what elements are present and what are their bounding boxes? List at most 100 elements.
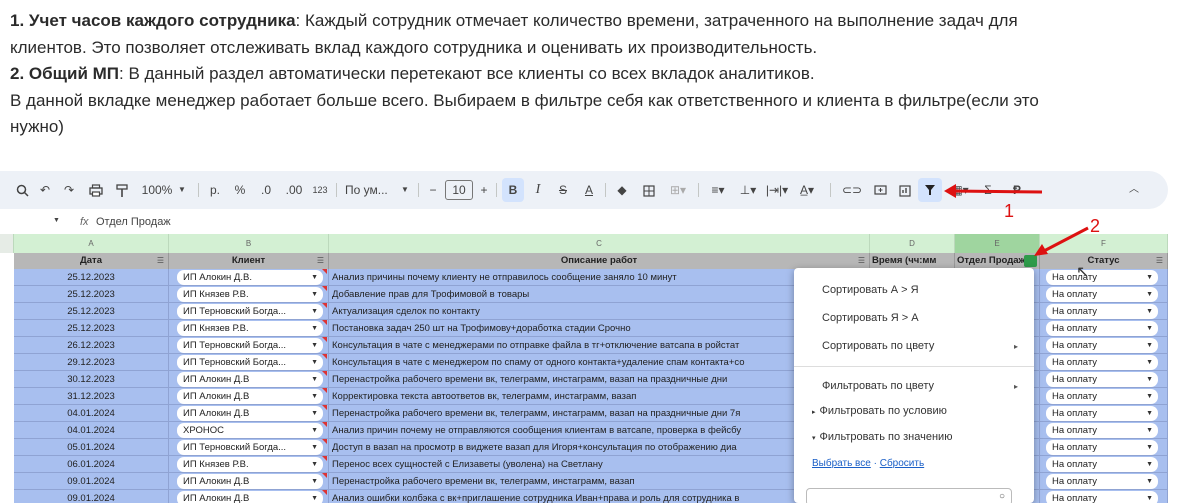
search-icon[interactable]	[12, 171, 32, 209]
cell-date[interactable]: 09.01.2024	[14, 473, 169, 490]
formula-input[interactable]: Отдел Продаж	[96, 216, 171, 228]
column-header-c[interactable]: C	[329, 234, 870, 253]
status-dropdown[interactable]: На оплату ▼	[1046, 457, 1158, 472]
paint-format-icon[interactable]	[112, 171, 132, 209]
client-dropdown[interactable]: ИП Алокин Д.В ▼	[177, 372, 323, 387]
status-dropdown[interactable]: На оплату ▼	[1046, 338, 1158, 353]
reset-link[interactable]: Сбросить	[880, 458, 924, 469]
decrease-decimal-button[interactable]: .0	[256, 171, 276, 209]
cell-client[interactable]: ИП Князев Р.В. ▼	[169, 320, 329, 337]
status-dropdown[interactable]: На оплату ▼	[1046, 440, 1158, 455]
menu-filter-value[interactable]: ▾ Фильтровать по значению	[812, 431, 952, 443]
cell-client[interactable]: ИП Терновский Богда... ▼	[169, 354, 329, 371]
column-header-a[interactable]: A	[14, 234, 169, 253]
number-format-button[interactable]: 123	[310, 171, 330, 209]
cell-status[interactable]: На оплату ▼	[1040, 337, 1168, 354]
select-all-link[interactable]: Выбрать все	[812, 458, 871, 469]
font-size-plus-button[interactable]: +	[477, 171, 491, 209]
rotate-text-icon[interactable]: A̲▾	[794, 171, 820, 209]
font-select[interactable]: По ум...	[345, 171, 395, 209]
header-time[interactable]: Время (чч:мм	[870, 253, 955, 269]
menu-filter-condition[interactable]: ▸ Фильтровать по условию	[812, 405, 947, 417]
comment-icon[interactable]	[870, 171, 890, 209]
menu-sort-color[interactable]: Сортировать по цвету ▸	[822, 340, 1018, 352]
cell-description[interactable]: Корректировка текста автоответов вк, тел…	[329, 388, 800, 405]
status-dropdown[interactable]: На оплату ▼	[1046, 355, 1158, 370]
client-dropdown[interactable]: ИП Алокин Д.В ▼	[177, 389, 323, 404]
wrap-icon[interactable]: |⇥|▾	[764, 171, 790, 209]
cell-status[interactable]: На оплату ▼	[1040, 286, 1168, 303]
cell-client[interactable]: ИП Терновский Богда... ▼	[169, 337, 329, 354]
cell-date[interactable]: 25.12.2023	[14, 320, 169, 337]
cell-date[interactable]: 29.12.2023	[14, 354, 169, 371]
cell-status[interactable]: На оплату ▼	[1040, 405, 1168, 422]
corner-cell[interactable]	[0, 234, 14, 253]
cell-description[interactable]: Перенастройка рабочего времени вк, телег…	[329, 371, 800, 388]
cell-client[interactable]: ИП Терновский Богда... ▼	[169, 439, 329, 456]
cell-date[interactable]: 09.01.2024	[14, 490, 169, 503]
cell-status[interactable]: На оплату ▼	[1040, 456, 1168, 473]
status-dropdown[interactable]: На оплату ▼	[1046, 406, 1158, 421]
status-dropdown[interactable]: На оплату ▼	[1046, 389, 1158, 404]
status-dropdown[interactable]: На оплату ▼	[1046, 270, 1158, 285]
cell-date[interactable]: 30.12.2023	[14, 371, 169, 388]
cell-client[interactable]: ИП Князев Р.В. ▼	[169, 286, 329, 303]
cell-status[interactable]: На оплату ▼	[1040, 354, 1168, 371]
client-dropdown[interactable]: ИП Князев Р.В. ▼	[177, 321, 323, 336]
client-dropdown[interactable]: ИП Терновский Богда... ▼	[177, 338, 323, 353]
header-client[interactable]: Клиент ☰	[169, 253, 329, 269]
cell-description[interactable]: Актуализация сделок по контакту	[329, 303, 800, 320]
header-date[interactable]: Дата ☰	[14, 253, 169, 269]
client-dropdown[interactable]: ИП Терновский Богда... ▼	[177, 304, 323, 319]
cell-status[interactable]: На оплату ▼	[1040, 490, 1168, 503]
cell-date[interactable]: 25.12.2023	[14, 269, 169, 286]
percent-button[interactable]: %	[232, 171, 248, 209]
increase-decimal-button[interactable]: .00	[283, 171, 305, 209]
currency-button[interactable]: р.	[207, 171, 223, 209]
vertical-align-icon[interactable]: ⊥▾	[736, 171, 760, 209]
cell-client[interactable]: ИП Князев Р.В. ▼	[169, 456, 329, 473]
menu-sort-az[interactable]: Сортировать А > Я	[822, 284, 919, 296]
cell-client[interactable]: ИП Алокин Д.В ▼	[169, 490, 329, 503]
cell-status[interactable]: На оплату ▼	[1040, 439, 1168, 456]
menu-sort-za[interactable]: Сортировать Я > А	[822, 312, 919, 324]
redo-icon[interactable]: ↷	[60, 171, 78, 209]
chart-icon[interactable]	[895, 171, 915, 209]
cell-description[interactable]: Постановка задач 250 шт на Трофимову+дор…	[329, 320, 800, 337]
cell-date[interactable]: 06.01.2024	[14, 456, 169, 473]
cell-client[interactable]: ИП Алокин Д.В ▼	[169, 473, 329, 490]
cell-client[interactable]: ИП Алокин Д.В ▼	[169, 388, 329, 405]
status-dropdown[interactable]: На оплату ▼	[1046, 287, 1158, 302]
undo-icon[interactable]: ↶	[36, 171, 54, 209]
cell-description[interactable]: Доступ в вазап на просмотр в виджете ваз…	[329, 439, 800, 456]
cell-status[interactable]: На оплату ▼	[1040, 269, 1168, 286]
cell-date[interactable]: 31.12.2023	[14, 388, 169, 405]
cell-date[interactable]: 05.01.2024	[14, 439, 169, 456]
font-size-input[interactable]: 10	[445, 180, 473, 200]
cell-status[interactable]: На оплату ▼	[1040, 320, 1168, 337]
column-header-b[interactable]: B	[169, 234, 329, 253]
menu-search-input[interactable]: ○	[806, 488, 1012, 503]
chevron-down-icon[interactable]: ▼	[53, 217, 60, 224]
header-description[interactable]: Описание работ ☰	[329, 253, 870, 269]
cell-description[interactable]: Перенастройка рабочего времени вк, телег…	[329, 473, 800, 490]
cell-description[interactable]: Перенастройка рабочего времени вк, телег…	[329, 405, 800, 422]
cell-description[interactable]: Консультация в чате с менеджерами по отп…	[329, 337, 800, 354]
client-dropdown[interactable]: ИП Алокин Д.В ▼	[177, 491, 323, 503]
cell-description[interactable]: Анализ ошибки колбэка с вк+приглашение с…	[329, 490, 800, 503]
client-dropdown[interactable]: ИП Алокин Д.В. ▼	[177, 270, 323, 285]
status-dropdown[interactable]: На оплату ▼	[1046, 372, 1158, 387]
client-dropdown[interactable]: ИП Алокин Д.В ▼	[177, 474, 323, 489]
cell-date[interactable]: 25.12.2023	[14, 286, 169, 303]
client-dropdown[interactable]: ИП Терновский Богда... ▼	[177, 440, 323, 455]
status-dropdown[interactable]: На оплату ▼	[1046, 491, 1158, 503]
cell-client[interactable]: ИП Терновский Богда... ▼	[169, 303, 329, 320]
strikethrough-button[interactable]: S	[555, 171, 571, 209]
font-size-minus-button[interactable]: −	[426, 171, 440, 209]
cell-status[interactable]: На оплату ▼	[1040, 422, 1168, 439]
align-icon[interactable]: ≡▾	[706, 171, 730, 209]
client-dropdown[interactable]: ХРОНОС ▼	[177, 423, 323, 438]
zoom-select[interactable]: 100%	[140, 171, 174, 209]
cell-description[interactable]: Консультация в чате с менеджером по спам…	[329, 354, 800, 371]
status-dropdown[interactable]: На оплату ▼	[1046, 474, 1158, 489]
